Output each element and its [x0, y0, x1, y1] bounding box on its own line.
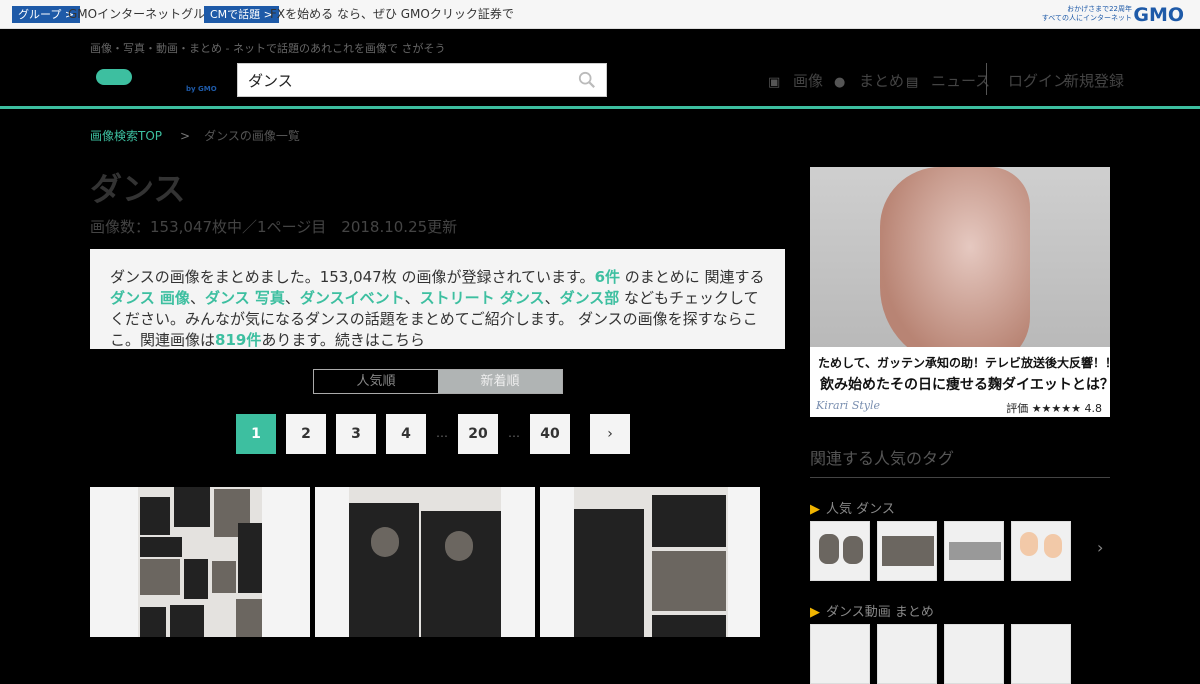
login-link[interactable]: ログイン: [1008, 70, 1068, 91]
chevron-right-icon[interactable]: ›: [1097, 538, 1103, 557]
cm-link[interactable]: FXを始める なら、ぜひ GMOクリック証券で: [270, 6, 514, 23]
search-input[interactable]: [238, 64, 558, 96]
tag-thumbnail[interactable]: [944, 624, 1004, 684]
page-20[interactable]: 20: [458, 414, 498, 454]
register-link[interactable]: 新規登録: [1064, 70, 1124, 91]
tag-thumbnail[interactable]: [1011, 521, 1071, 581]
page-title: ダンス: [90, 170, 186, 208]
sort-newest[interactable]: 新着順: [438, 370, 562, 393]
page-1[interactable]: 1: [236, 414, 276, 454]
tag-link[interactable]: ダンス 画像: [110, 289, 190, 307]
gmo-tagline: おかげさまで22周年 すべての人にインターネット: [1041, 5, 1132, 22]
ad-brand: Kirari Style: [816, 399, 881, 412]
logo-byline: by GMO: [186, 85, 217, 93]
ad-subheadline: 飲み始めたその日に痩せる麹ダイエットとは？: [820, 377, 1110, 393]
page-meta: 画像数：153,047枚中／1ページ目 2018.10.25更新: [90, 218, 458, 236]
image-thumbnail[interactable]: [90, 487, 310, 637]
nav-matome[interactable]: ● まとめ: [834, 70, 904, 91]
description-box: ダンスの画像をまとめました。153,047枚 の画像が登録されています。6件 の…: [90, 249, 785, 349]
next-page-button[interactable]: ›: [590, 414, 630, 454]
search-box: [237, 63, 607, 97]
related-count[interactable]: 819件: [215, 331, 261, 349]
nav-divider: [986, 63, 987, 95]
sort-popular[interactable]: 人気順: [314, 370, 438, 393]
search-icon[interactable]: [578, 71, 596, 89]
site-description: 画像・写真・動画・まとめ - ネットで話題のあれこれを画像で さがそう: [90, 42, 446, 55]
sidebar-title: 関連する人気のタグ: [810, 449, 955, 468]
ad-rating: 評価 ★★★★★ 4.8: [1006, 402, 1102, 415]
page-ellipsis: …: [508, 426, 520, 440]
tag-link[interactable]: ダンス部: [560, 289, 620, 307]
tag-thumbnail[interactable]: [810, 624, 870, 684]
nav-images[interactable]: ▣ 画像: [768, 70, 823, 91]
page-2[interactable]: 2: [286, 414, 326, 454]
advertisement[interactable]: ためして、ガッテン承知の助！テレビ放送後大反響！！ 飲み始めたその日に痩せる麹ダ…: [810, 167, 1110, 417]
tag-thumbnail[interactable]: [810, 521, 870, 581]
gmo-group-bar: グループ > GMOインターネットグループ の一員 CMで話題 > FXを始める…: [0, 0, 1200, 29]
image-thumbnail[interactable]: [315, 487, 535, 637]
matome-count[interactable]: 6件: [595, 268, 620, 286]
ad-headline: ためして、ガッテン承知の助！テレビ放送後大反響！！: [818, 356, 1110, 370]
tag-thumbnail[interactable]: [877, 521, 937, 581]
breadcrumb-separator: >: [180, 129, 191, 143]
tag-link[interactable]: ストリート ダンス: [420, 289, 545, 307]
breadcrumb-home[interactable]: 画像検索TOP: [90, 129, 162, 143]
tag-group-heading[interactable]: ▶ ダンス動画 まとめ: [810, 601, 934, 620]
chat-icon: ●: [834, 75, 846, 90]
breadcrumb: 画像検索TOP > ダンスの画像一覧: [90, 127, 300, 144]
gmo-logo[interactable]: GMO: [1133, 4, 1184, 26]
page-40[interactable]: 40: [530, 414, 570, 454]
page-3[interactable]: 3: [336, 414, 376, 454]
sort-toggle: 人気順 新着順: [313, 369, 563, 394]
image-icon: ▣: [768, 75, 781, 90]
tag-group-heading[interactable]: ▶ 人気 ダンス: [810, 498, 895, 517]
tag-thumbnail[interactable]: [944, 521, 1004, 581]
page-ellipsis: …: [436, 426, 448, 440]
document-icon: ▤: [906, 75, 919, 90]
tag-icon: ▶: [810, 605, 820, 620]
cm-tag[interactable]: CMで話題 >: [204, 6, 279, 23]
tag-thumbnail[interactable]: [1011, 624, 1071, 684]
tag-link[interactable]: ダンスイベント: [300, 289, 405, 307]
tag-link[interactable]: ダンス 写真: [205, 289, 285, 307]
site-logo[interactable]: [96, 69, 132, 85]
tag-thumbnail[interactable]: [877, 624, 937, 684]
image-thumbnail[interactable]: [540, 487, 760, 637]
site-header: 画像・写真・動画・まとめ - ネットで話題のあれこれを画像で さがそう by G…: [0, 29, 1200, 109]
breadcrumb-current: ダンスの画像一覧: [204, 129, 300, 143]
tag-icon: ▶: [810, 502, 820, 517]
page-4[interactable]: 4: [386, 414, 426, 454]
sidebar-divider: [810, 477, 1110, 478]
nav-news[interactable]: ▤ ニュース: [906, 70, 990, 91]
ad-figure-image: [880, 167, 1030, 367]
